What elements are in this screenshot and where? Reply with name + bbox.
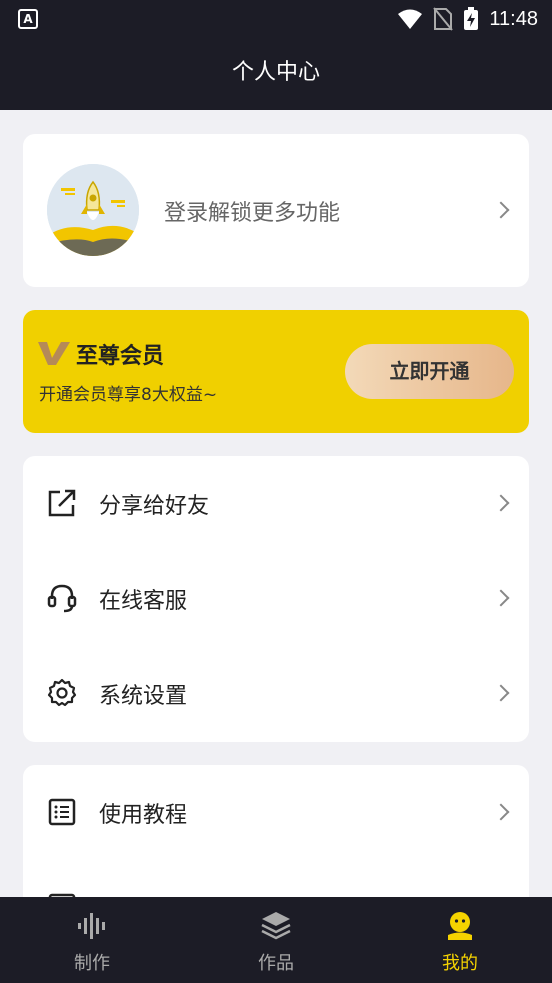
- menu-item-tutorial[interactable]: 使用教程: [23, 765, 529, 860]
- menu-card: 分享给好友 在线客服 系统设置: [23, 456, 529, 742]
- clock: 11:48: [489, 7, 538, 30]
- waveform-icon: [78, 913, 105, 939]
- battery-charging-icon: [464, 7, 479, 30]
- vip-v-logo-icon: [38, 342, 70, 365]
- vip-subtitle: 开通会员尊享8大权益~: [39, 385, 218, 405]
- activate-vip-button[interactable]: 立即开通: [345, 344, 514, 399]
- share-icon: [48, 489, 76, 517]
- vip-title: 至尊会员: [76, 344, 165, 369]
- chevron-right-icon: [492, 803, 510, 821]
- menu-item-support[interactable]: 在线客服: [23, 551, 529, 646]
- chevron-right-icon: [492, 201, 510, 219]
- smiley-icon: [448, 912, 472, 940]
- vip-card[interactable]: 至尊会员 开通会员尊享8大权益~ 立即开通: [23, 310, 529, 433]
- app-notification-icon: A: [18, 9, 38, 29]
- layers-icon: [261, 912, 291, 940]
- status-bar: A 11:48: [0, 0, 552, 38]
- chevron-right-icon: [492, 494, 510, 512]
- wifi-icon: [398, 9, 423, 29]
- tab-make[interactable]: 制作: [0, 897, 184, 983]
- login-card[interactable]: 登录解锁更多功能: [23, 134, 529, 287]
- page-title: 个人中心: [231, 60, 320, 85]
- list-icon: [48, 798, 76, 826]
- gear-icon: [47, 678, 77, 707]
- menu-item-label: 使用教程: [99, 803, 188, 828]
- menu-item-label: 系统设置: [99, 684, 188, 709]
- login-prompt: 登录解锁更多功能: [164, 201, 341, 226]
- tab-label: 我的: [442, 953, 478, 974]
- chevron-right-icon: [492, 684, 510, 702]
- tab-label: 作品: [258, 953, 294, 974]
- headset-icon: [47, 584, 77, 613]
- tab-mine[interactable]: 我的: [368, 897, 552, 983]
- header: 个人中心: [0, 38, 552, 110]
- menu-item-share[interactable]: 分享给好友: [23, 456, 529, 551]
- tab-label: 制作: [74, 953, 110, 974]
- menu-item-label: 分享给好友: [99, 494, 210, 519]
- rocket-avatar-icon: [47, 164, 139, 256]
- menu-item-settings[interactable]: 系统设置: [23, 646, 529, 741]
- menu-item-label: 在线客服: [99, 589, 188, 614]
- no-sim-icon: [433, 7, 454, 31]
- chevron-right-icon: [492, 589, 510, 607]
- bottom-tab-bar: 制作 作品 我的: [0, 897, 552, 983]
- tab-works[interactable]: 作品: [184, 897, 368, 983]
- avatar: [47, 164, 139, 256]
